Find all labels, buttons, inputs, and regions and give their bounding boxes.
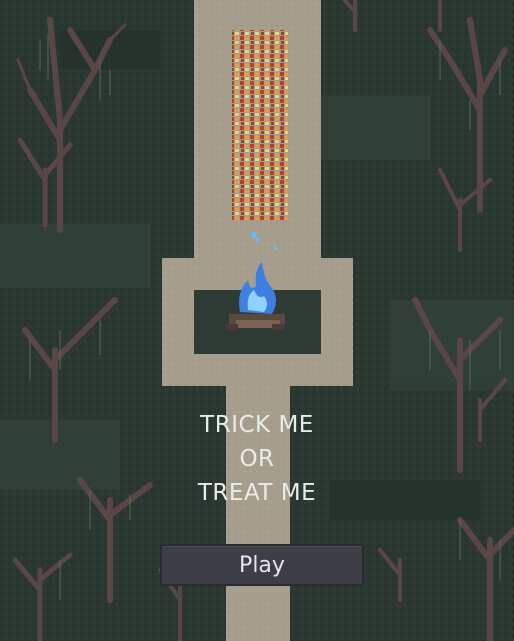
title-line-1: TRICK ME [200, 412, 314, 438]
treats-pile-icon [232, 30, 288, 220]
play-button-label: Play [239, 552, 285, 578]
play-button[interactable]: Play [160, 544, 364, 586]
game-title: TRICK ME OR TREAT ME [0, 408, 514, 510]
title-line-2: OR [239, 446, 275, 472]
game-screen: TRICK ME OR TREAT ME Play [0, 0, 514, 641]
title-line-3: TREAT ME [197, 480, 317, 506]
